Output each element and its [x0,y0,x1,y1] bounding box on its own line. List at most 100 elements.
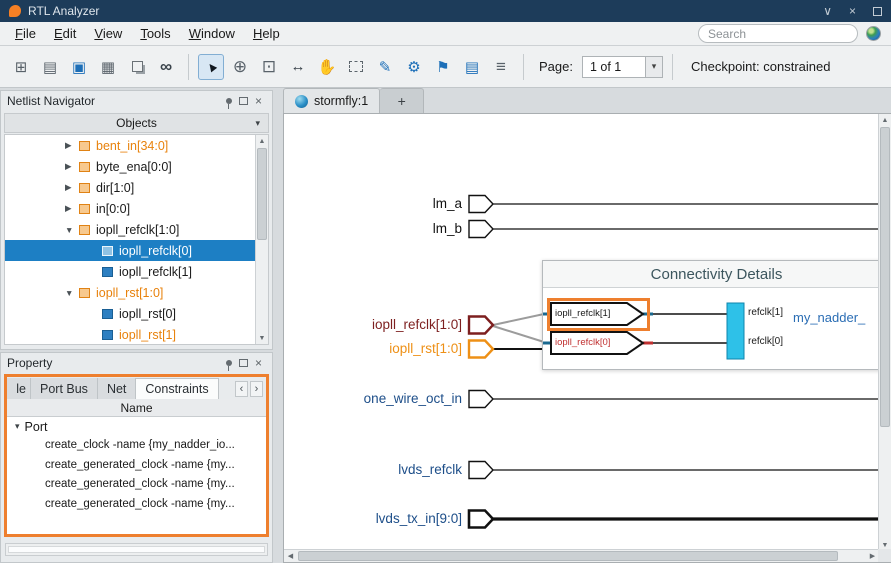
minimize-icon[interactable]: ∨ [823,5,832,17]
tab-net[interactable]: Net [98,378,136,399]
port-bit-icon [102,309,113,319]
menu-help[interactable]: Help [244,24,289,43]
search-input[interactable] [698,24,858,43]
scroll-down-icon[interactable]: ▼ [256,332,268,344]
connectivity-details-title: Connectivity Details [543,261,890,288]
menu-tools[interactable]: Tools [131,24,179,43]
settings-gear-icon[interactable]: ⚙ [401,54,427,80]
zoom-fit-icon[interactable]: ↔ [285,54,311,80]
port-label-iopll-refclk[interactable]: iopll_refclk[1:0] [372,316,462,334]
pin-icon[interactable] [221,94,236,109]
tab-partial[interactable]: le [7,378,31,399]
port-label-lvds-refclk[interactable]: lvds_refclk [398,461,462,479]
port-label-lvds-tx-in[interactable]: lvds_tx_in[9:0] [376,510,462,528]
tab-scroll-left-icon[interactable]: ‹ [235,381,248,397]
tree-item-byte-ena[interactable]: ▶ byte_ena[0:0] [5,156,268,177]
expander-icon[interactable]: ▶ [65,140,79,151]
canvas-vscrollbar[interactable]: ▲ ▼ [878,114,891,551]
tree-item-iopll-rst-bus[interactable]: ▼ iopll_rst[1:0] [5,282,268,303]
globe-icon[interactable] [866,26,881,41]
rubber-band-icon[interactable] [343,54,369,80]
scrollbar-thumb[interactable] [880,127,890,427]
float-icon[interactable] [236,94,251,109]
instance-name-label[interactable]: my_nadder_ [793,310,888,325]
port-symbol-iopll-refclk[interactable] [469,317,493,334]
port-symbol-one-wire-oct-in[interactable] [469,391,493,408]
port-symbol-lm-a[interactable] [469,196,493,213]
scroll-up-icon[interactable]: ▲ [879,114,891,126]
port-symbol-iopll-rst[interactable] [469,341,493,358]
page-combo[interactable]: 1 of 1 ▾ [582,56,663,78]
port-symbol-lm-b[interactable] [469,221,493,238]
zoom-in-icon[interactable]: ⊕ [227,54,253,80]
close-icon[interactable]: × [251,94,266,109]
report-icon[interactable]: ▤ [459,54,485,80]
scrollbar-thumb[interactable] [298,551,838,561]
menu-window[interactable]: Window [180,24,244,43]
tree-item-iopll-rst-1[interactable]: iopll_rst[1] [5,324,268,345]
alerts-icon[interactable]: ⚑ [430,54,456,80]
constraint-group-row[interactable]: ▾ Port [7,417,266,436]
hierarchy-icon[interactable]: ≡ [488,54,514,80]
expander-icon[interactable]: ▼ [65,288,79,298]
menu-view[interactable]: View [85,24,131,43]
export-image-icon[interactable]: ▤ [37,54,63,80]
port-label-lm-b[interactable]: lm_b [433,220,462,238]
new-icon[interactable]: ⊞ [8,54,34,80]
maximize-icon[interactable] [873,7,882,16]
canvas-hscrollbar[interactable]: ◀ ▶ [284,549,879,562]
port-label-one-wire-oct-in[interactable]: one_wire_oct_in [364,390,462,408]
instance-pin-block[interactable] [727,303,744,359]
scroll-left-icon[interactable]: ◀ [284,550,297,562]
tree-scrollbar[interactable]: ▲ ▼ [255,135,268,344]
expander-icon[interactable]: ▶ [65,161,79,172]
zoom-region-icon[interactable]: ⊡ [256,54,282,80]
page-combo-caret-icon[interactable]: ▾ [646,56,663,78]
pan-icon[interactable]: ✋ [314,54,340,80]
image-capture-icon[interactable]: ▦ [95,54,121,80]
pin-icon[interactable] [221,356,236,371]
tree-item-dir[interactable]: ▶ dir[1:0] [5,177,268,198]
port-icon [79,141,90,151]
scroll-up-icon[interactable]: ▲ [256,135,268,147]
expander-icon[interactable]: ▶ [65,182,79,193]
tree-item-bent-in[interactable]: ▶ bent_in[34:0] [5,135,268,156]
select-region-icon[interactable]: ▣ [66,54,92,80]
tree-item-iopll-refclk-1[interactable]: iopll_refclk[1] [5,261,268,282]
page-combo-value[interactable]: 1 of 1 [582,56,646,78]
port-label-lm-a[interactable]: lm_a [433,195,462,213]
expander-icon[interactable]: ▶ [65,203,79,214]
scrollbar-thumb[interactable] [8,546,265,553]
copy-icon[interactable] [124,54,150,80]
tree-item-iopll-refclk-bus[interactable]: ▼ iopll_refclk[1:0] [5,219,268,240]
constraint-row[interactable]: create_clock -name {my_nadder_io... [7,436,266,456]
find-icon[interactable]: ∞ [153,54,179,80]
tree-item-in[interactable]: ▶ in[0:0] [5,198,268,219]
tab-scroll-right-icon[interactable]: › [250,381,263,397]
group-caret-icon[interactable]: ▾ [15,421,20,432]
cursor-tool-icon[interactable]: ▲ [198,54,224,80]
tree-item-iopll-refclk-0[interactable]: iopll_refclk[0] [5,240,268,261]
port-symbol-lvds-refclk[interactable] [469,462,493,479]
close-icon[interactable]: × [849,5,856,17]
constraint-row[interactable]: create_generated_clock -name {my... [7,456,266,476]
menu-edit[interactable]: Edit [45,24,85,43]
constraint-row[interactable]: create_generated_clock -name {my... [7,475,266,495]
port-symbol-lvds-tx-in[interactable] [469,511,493,528]
chevron-down-icon: ▾ [255,118,260,129]
close-icon[interactable]: × [251,356,266,371]
port-label-iopll-rst[interactable]: iopll_rst[1:0] [389,340,462,358]
new-tab-button[interactable]: + [380,88,424,113]
tab-stormfly[interactable]: stormfly:1 [283,88,380,113]
constraint-row[interactable]: create_generated_clock -name {my... [7,495,266,515]
menu-file[interactable]: File [6,24,45,43]
scrollbar-thumb[interactable] [257,148,267,240]
tab-port-bus[interactable]: Port Bus [31,378,98,399]
float-icon[interactable] [236,356,251,371]
property-hscrollbar[interactable] [5,543,268,556]
tree-item-iopll-rst-0[interactable]: iopll_rst[0] [5,303,268,324]
expander-icon[interactable]: ▼ [65,225,79,235]
tab-constraints[interactable]: Constraints [136,378,218,399]
objects-dropdown[interactable]: Objects ▾ [4,113,269,133]
highlight-icon[interactable]: ✎ [372,54,398,80]
